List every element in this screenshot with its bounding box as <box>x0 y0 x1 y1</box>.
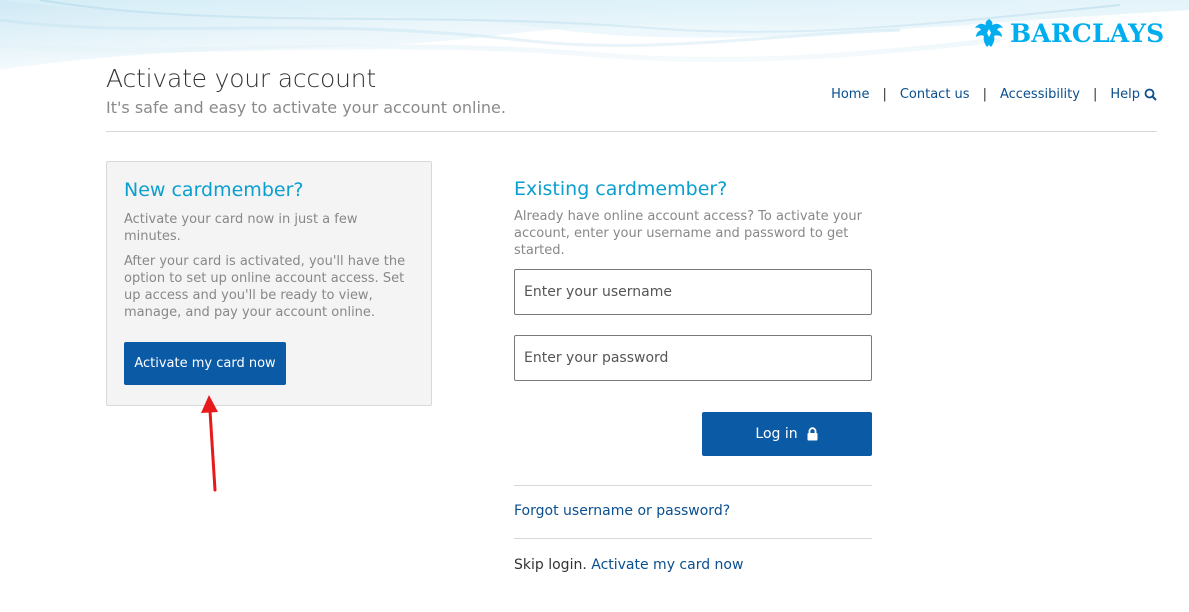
password-input[interactable] <box>514 335 872 381</box>
page-title: Activate your account <box>106 64 376 93</box>
existing-cardmember-panel: Existing cardmember? Already have online… <box>514 178 872 259</box>
divider <box>514 538 872 539</box>
eagle-icon <box>975 19 1003 47</box>
new-cardmember-panel: New cardmember? Activate your card now i… <box>106 161 432 406</box>
login-button[interactable]: Log in <box>702 412 872 456</box>
skip-activate-card-link[interactable]: Activate my card now <box>591 557 743 573</box>
nav-contact-us-link[interactable]: Contact us <box>900 87 970 102</box>
new-cardmember-intro: Activate your card now in just a few min… <box>124 212 358 244</box>
annotation-arrow-icon <box>201 395 218 492</box>
nav-help-label: Help <box>1110 87 1140 102</box>
barclays-logo[interactable]: BARCLAYS <box>974 17 1164 49</box>
activate-card-button[interactable]: Activate my card now <box>124 342 286 385</box>
skip-login-row: Skip login. Activate my card now <box>514 557 743 573</box>
divider <box>514 485 872 486</box>
existing-cardmember-heading: Existing cardmember? <box>514 178 728 200</box>
nav-separator: | <box>882 87 887 102</box>
forgot-credentials-link[interactable]: Forgot username or password? <box>514 503 730 519</box>
nav-home-link[interactable]: Home <box>831 87 869 102</box>
existing-cardmember-description: Already have online account access? To a… <box>514 209 862 258</box>
nav-accessibility-link[interactable]: Accessibility <box>1000 87 1080 102</box>
nav-help-link[interactable]: Help <box>1110 87 1157 102</box>
lock-icon <box>807 427 818 441</box>
username-input[interactable] <box>514 269 872 315</box>
nav-separator: | <box>982 87 987 102</box>
new-cardmember-description: After your card is activated, you'll hav… <box>124 254 406 320</box>
skip-login-text: Skip login. <box>514 557 587 573</box>
login-button-label: Log in <box>755 426 798 442</box>
new-cardmember-heading: New cardmember? <box>124 179 304 201</box>
nav-separator: | <box>1092 87 1098 102</box>
top-navigation: Home | Contact us | Accessibility | Help <box>831 87 1157 102</box>
search-icon <box>1144 88 1157 101</box>
header-divider <box>106 131 1157 132</box>
page-subtitle: It's safe and easy to activate your acco… <box>106 98 506 117</box>
brand-name: BARCLAYS <box>1010 18 1165 48</box>
